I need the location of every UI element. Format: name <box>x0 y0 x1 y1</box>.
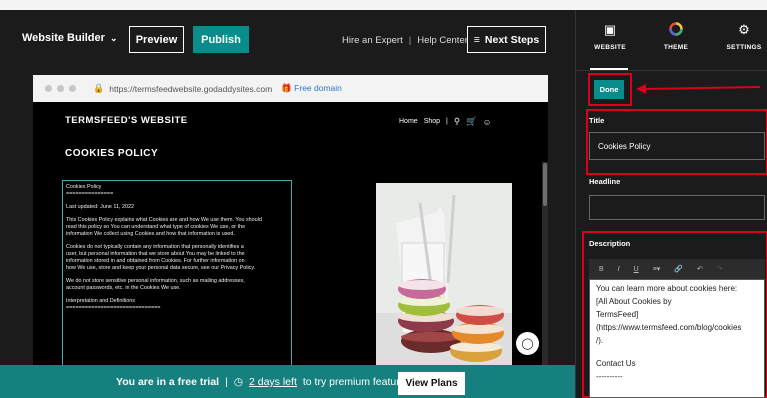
underline-icon[interactable]: U <box>634 266 639 273</box>
free-domain-link[interactable]: 🎁 Free domain <box>281 83 342 94</box>
chat-icon[interactable]: ◯ <box>516 332 539 355</box>
tab-website[interactable]: ▣ WEBSITE <box>580 22 640 51</box>
editor-line: ---------- <box>596 372 623 381</box>
bold-icon[interactable]: B <box>599 266 604 273</box>
top-strip <box>0 0 767 10</box>
cart-icon[interactable]: 🛒 <box>466 116 477 127</box>
policy-line: ============================== <box>66 305 161 311</box>
panel-tabs: ▣ WEBSITE THEME ⚙ SETTINGS <box>576 10 767 70</box>
editor-line: (https://www.termsfeed.com/blog/cookies <box>596 323 742 332</box>
user-icon[interactable]: ☺ <box>483 117 492 127</box>
policy-line: how We use, store and keep your personal… <box>66 265 256 271</box>
chevron-down-icon: ⌄ <box>109 32 118 43</box>
editor-line: Contact Us <box>596 359 636 368</box>
publish-button[interactable]: Publish <box>193 26 249 53</box>
undo-icon[interactable]: ↶ <box>697 265 703 273</box>
trial-rest: to try premium features <box>302 376 411 388</box>
policy-line: =============== <box>66 191 114 197</box>
policy-line: Cookies do not typically contain any inf… <box>66 244 244 250</box>
nav-home[interactable]: Home <box>399 118 418 125</box>
link-icon[interactable]: 🔗 <box>674 265 683 273</box>
color-wheel-icon <box>669 22 683 38</box>
policy-line: This Cookies Policy explains what Cookie… <box>66 217 262 223</box>
window-dot-icon <box>69 85 76 92</box>
done-button[interactable]: Done <box>594 80 624 99</box>
policy-line: Interpretation and Definitions <box>66 298 135 304</box>
next-steps-label: Next Steps <box>484 33 540 46</box>
editor-canvas: 🔒 https://termsfeedwebsite.godaddysites.… <box>0 66 575 398</box>
policy-line: Cookies Policy <box>66 184 102 190</box>
tab-label: SETTINGS <box>726 44 762 51</box>
link-separator: | <box>408 35 412 46</box>
free-domain-label: Free domain <box>294 83 342 93</box>
title-input[interactable] <box>589 132 765 160</box>
help-center-link[interactable]: Help Center <box>417 35 468 46</box>
url-text: https://termsfeedwebsite.godaddysites.co… <box>109 83 273 94</box>
policy-line: account passwords, etc. in the Cookies W… <box>66 285 181 291</box>
nav-separator: | <box>446 118 448 125</box>
top-links: Hire an Expert | Help Center <box>342 35 468 46</box>
macarons-illustration <box>376 183 512 375</box>
policy-line: Last updated: June 11, 2022 <box>66 204 134 210</box>
clock-icon: ◷ <box>233 376 243 388</box>
brand-label: Website Builder <box>22 32 105 44</box>
nav-shop[interactable]: Shop <box>424 118 440 125</box>
panel-divider <box>576 70 767 71</box>
description-editor[interactable]: You can learn more about cookies here: [… <box>589 279 765 398</box>
headline-input[interactable] <box>589 195 765 220</box>
editor-line: TermsFeed] <box>596 310 639 319</box>
policy-line: user, but personal information that we s… <box>66 251 245 257</box>
title-label: Title <box>589 116 605 125</box>
description-label: Description <box>589 239 631 248</box>
days-left-link[interactable]: 2 days left <box>249 376 297 388</box>
redo-icon[interactable]: ↷ <box>717 265 723 273</box>
tab-label: WEBSITE <box>594 44 626 51</box>
view-plans-button[interactable]: View Plans <box>398 372 465 395</box>
window-dot-icon <box>45 85 52 92</box>
policy-line: information We collect using Cookies and… <box>66 231 235 237</box>
list-icon[interactable]: ≡▾ <box>653 265 661 273</box>
editor-gap <box>596 347 758 357</box>
search-icon[interactable]: ⚲ <box>454 116 460 127</box>
website-builder-menu[interactable]: Website Builder ⌄ <box>22 32 117 44</box>
trial-message: You are in a free trial | ◷ 2 days left … <box>116 376 411 388</box>
gear-icon: ⚙ <box>738 22 750 37</box>
browser-url-bar: 🔒 https://termsfeedwebsite.godaddysites.… <box>33 75 548 102</box>
trial-separator: | <box>225 376 228 388</box>
policy-line: information stored in and obtained from … <box>66 258 245 264</box>
next-steps-button[interactable]: ≡ Next Steps <box>467 26 546 53</box>
preview-button[interactable]: Preview <box>129 26 184 53</box>
window-dot-icon <box>57 85 64 92</box>
preview-scrollbar-thumb[interactable] <box>543 163 547 206</box>
tab-theme[interactable]: THEME <box>646 22 706 51</box>
editor-line: /). <box>596 336 604 345</box>
site-name[interactable]: TERMSFEED'S WEBSITE <box>65 115 188 126</box>
rich-text-toolbar: B I U ≡▾ 🔗 ↶ ↷ <box>589 259 765 279</box>
macarons-photo[interactable] <box>376 183 512 375</box>
checklist-icon: ≡ <box>473 33 480 46</box>
editor-line: You can learn more about cookies here: <box>596 284 738 293</box>
policy-line: read this policy so You can understand w… <box>66 224 246 230</box>
trial-status: You are in a free trial <box>116 376 220 388</box>
right-settings-panel: ▣ WEBSITE THEME ⚙ SETTINGS Done Title He… <box>575 10 767 398</box>
tab-label: THEME <box>663 44 689 51</box>
page-heading[interactable]: COOKIES POLICY <box>65 148 158 159</box>
free-trial-banner: You are in a free trial | ◷ 2 days left … <box>0 365 575 398</box>
editor-line: [All About Cookies by <box>596 297 672 306</box>
browser-window-icon: ▣ <box>603 22 617 37</box>
editor-top-bar: Website Builder ⌄ Preview Publish Hire a… <box>0 10 575 66</box>
annotation-arrow-icon <box>636 84 761 94</box>
policy-text-block[interactable]: Cookies Policy =============== Last upda… <box>62 180 292 375</box>
policy-line: We do not store sensitive personal infor… <box>66 278 245 284</box>
italic-icon[interactable]: I <box>618 266 620 273</box>
site-preview: TERMSFEED'S WEBSITE Home Shop | ⚲ 🛒 ☺ CO… <box>33 102 548 375</box>
lock-icon: 🔒 <box>93 83 105 93</box>
preview-browser-frame: 🔒 https://termsfeedwebsite.godaddysites.… <box>33 75 548 375</box>
site-nav: Home Shop | ⚲ 🛒 ☺ <box>399 116 491 127</box>
tab-settings[interactable]: ⚙ SETTINGS <box>714 22 767 51</box>
headline-label: Headline <box>589 177 621 186</box>
hire-expert-link[interactable]: Hire an Expert <box>342 35 403 46</box>
